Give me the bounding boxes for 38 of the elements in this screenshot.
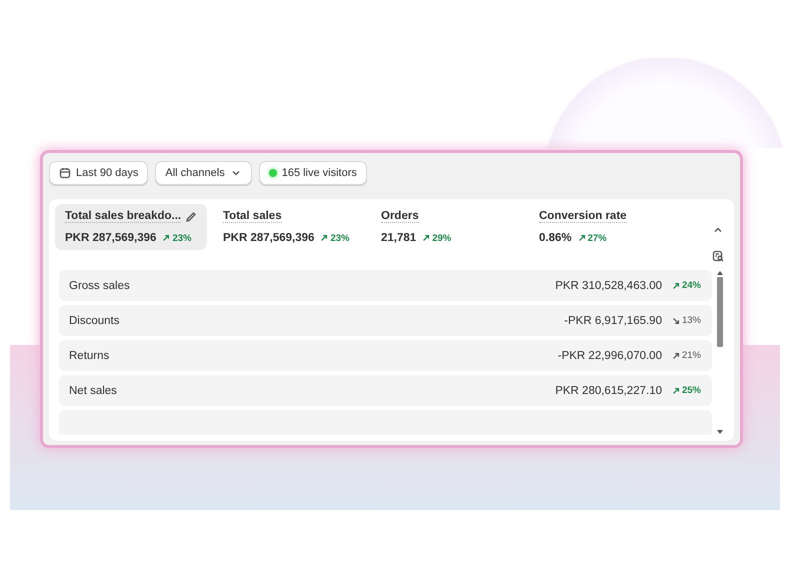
- metric-value: 0.86%: [539, 232, 572, 244]
- metric-label: Total sales: [223, 210, 282, 223]
- row-value: PKR 310,528,463.00: [555, 280, 662, 292]
- date-range-button[interactable]: Last 90 days: [49, 161, 148, 185]
- metric-tab[interactable]: Conversion rate 0.86% 27%: [529, 204, 681, 250]
- row-label: Returns: [69, 350, 110, 362]
- row-value: -PKR 22,996,070.00: [558, 350, 662, 362]
- metric-label: Total sales breakdo...: [65, 210, 182, 223]
- live-dot-icon: [268, 169, 277, 177]
- metric-label: Conversion rate: [539, 210, 627, 223]
- change-indicator: 23%: [320, 232, 350, 244]
- live-visitors-button[interactable]: 165 live visitors: [258, 161, 367, 185]
- scroll-down-icon[interactable]: [717, 430, 723, 435]
- row-value: -PKR 6,917,165.90: [564, 314, 662, 326]
- metric-label: Orders: [381, 210, 419, 223]
- pencil-icon[interactable]: [185, 210, 197, 222]
- calendar-icon: [59, 167, 71, 179]
- row-label: Gross sales: [69, 280, 130, 292]
- row-value: PKR 280,615,227.10: [555, 384, 662, 396]
- row-label: Discounts: [69, 314, 120, 326]
- change-indicator: 25%: [672, 385, 701, 396]
- metric-tab[interactable]: Total sales PKR 287,569,396 23%: [213, 204, 365, 250]
- row-label: Net sales: [69, 384, 117, 396]
- change-indicator: 21%: [672, 350, 701, 361]
- change-indicator: 24%: [672, 280, 701, 291]
- metric-value: 21,781: [381, 232, 416, 244]
- change-indicator: 27%: [578, 232, 607, 244]
- metric-tab[interactable]: Orders 21,781 29%: [371, 204, 523, 250]
- metric-value: PKR 287,569,396: [65, 232, 156, 244]
- change-indicator: 29%: [422, 232, 452, 244]
- change-indicator: 13%: [672, 315, 701, 326]
- scrollbar[interactable]: [716, 270, 724, 435]
- change-indicator: 23%: [162, 232, 192, 244]
- metric-tab[interactable]: Total sales breakdo... PKR 287,569,396 23%: [55, 204, 207, 250]
- scroll-up-icon[interactable]: [717, 270, 723, 275]
- report-search-icon[interactable]: [712, 250, 724, 262]
- channel-dropdown[interactable]: All channels: [155, 161, 252, 185]
- metric-value: PKR 287,569,396: [223, 232, 314, 244]
